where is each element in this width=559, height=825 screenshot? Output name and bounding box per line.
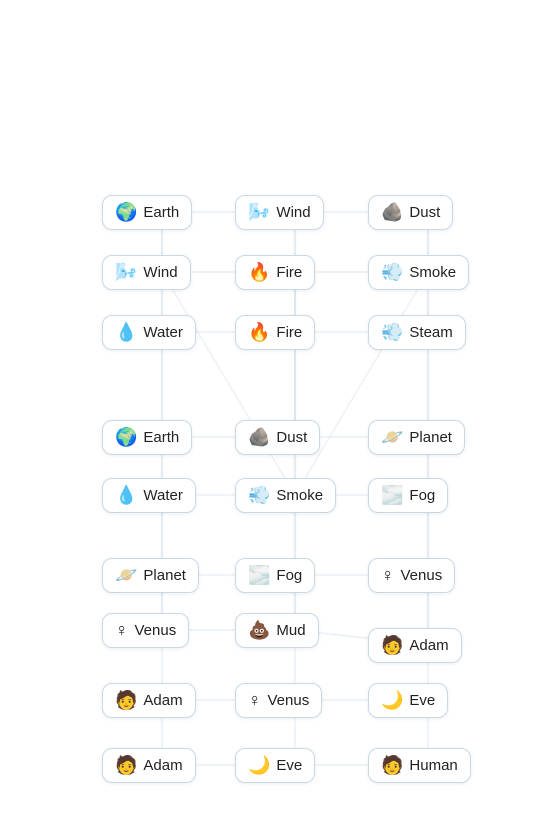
- eve-icon: 🌙: [381, 690, 403, 711]
- node-label: Water: [143, 487, 182, 504]
- node-wind-3[interactable]: 🌬️ Wind: [102, 255, 191, 290]
- venus-icon: ♀: [115, 620, 129, 641]
- steam-icon: 💨: [381, 322, 403, 343]
- node-wind-1[interactable]: 🌬️ Wind: [235, 195, 324, 230]
- fire-icon: 🔥: [248, 322, 270, 343]
- node-label: Earth: [143, 429, 179, 446]
- earth-icon: 🌍: [115, 427, 137, 448]
- node-label: Venus: [268, 692, 310, 709]
- human-icon: 🧑: [381, 755, 403, 776]
- node-label: Adam: [409, 637, 448, 654]
- fog-icon: 🌫️: [248, 565, 270, 586]
- node-planet-15[interactable]: 🪐 Planet: [102, 558, 199, 593]
- node-human-26[interactable]: 🧑 Human: [368, 748, 471, 783]
- node-planet-11[interactable]: 🪐 Planet: [368, 420, 465, 455]
- node-label: Fire: [276, 324, 302, 341]
- node-fire-7[interactable]: 🔥 Fire: [235, 315, 315, 350]
- mud-icon: 💩: [248, 620, 270, 641]
- eve-icon: 🌙: [248, 755, 270, 776]
- node-label: Fog: [409, 487, 435, 504]
- node-label: Steam: [409, 324, 452, 341]
- dust-icon: 🪨: [248, 427, 270, 448]
- node-adam-20[interactable]: 🧑 Adam: [368, 628, 462, 663]
- node-venus-18[interactable]: ♀ Venus: [102, 613, 189, 648]
- venus-icon: ♀: [381, 565, 395, 586]
- node-dust-10[interactable]: 🪨 Dust: [235, 420, 320, 455]
- smoke-icon: 💨: [248, 485, 270, 506]
- node-eve-25[interactable]: 🌙 Eve: [235, 748, 315, 783]
- node-label: Earth: [143, 204, 179, 221]
- node-label: Smoke: [409, 264, 456, 281]
- node-fire-4[interactable]: 🔥 Fire: [235, 255, 315, 290]
- node-label: Venus: [135, 622, 177, 639]
- node-fog-16[interactable]: 🌫️ Fog: [235, 558, 315, 593]
- node-label: Venus: [401, 567, 443, 584]
- node-label: Wind: [143, 264, 177, 281]
- venus-icon: ♀: [248, 690, 262, 711]
- wind-icon: 🌬️: [248, 202, 270, 223]
- node-smoke-5[interactable]: 💨 Smoke: [368, 255, 469, 290]
- node-steam-8[interactable]: 💨 Steam: [368, 315, 466, 350]
- node-label: Planet: [409, 429, 452, 446]
- water-icon: 💧: [115, 322, 137, 343]
- node-adam-24[interactable]: 🧑 Adam: [102, 748, 196, 783]
- node-label: Dust: [409, 204, 440, 221]
- node-smoke-13[interactable]: 💨 Smoke: [235, 478, 336, 513]
- dust-icon: 🪨: [381, 202, 403, 223]
- node-label: Adam: [143, 692, 182, 709]
- fog-icon: 🌫️: [381, 485, 403, 506]
- node-label: Mud: [276, 622, 305, 639]
- node-fog-14[interactable]: 🌫️ Fog: [368, 478, 448, 513]
- node-adam-21[interactable]: 🧑 Adam: [102, 683, 196, 718]
- node-venus-22[interactable]: ♀ Venus: [235, 683, 322, 718]
- wind-icon: 🌬️: [115, 262, 137, 283]
- node-label: Fire: [276, 264, 302, 281]
- water-icon: 💧: [115, 485, 137, 506]
- node-label: Planet: [143, 567, 186, 584]
- node-mud-19[interactable]: 💩 Mud: [235, 613, 319, 648]
- node-venus-17[interactable]: ♀ Venus: [368, 558, 455, 593]
- node-label: Smoke: [276, 487, 323, 504]
- node-water-12[interactable]: 💧 Water: [102, 478, 196, 513]
- planet-icon: 🪐: [381, 427, 403, 448]
- node-label: Eve: [276, 757, 302, 774]
- planet-icon: 🪐: [115, 565, 137, 586]
- node-label: Dust: [276, 429, 307, 446]
- node-label: Human: [409, 757, 457, 774]
- node-label: Water: [143, 324, 182, 341]
- fire-icon: 🔥: [248, 262, 270, 283]
- earth-icon: 🌍: [115, 202, 137, 223]
- node-eve-23[interactable]: 🌙 Eve: [368, 683, 448, 718]
- node-earth-0[interactable]: 🌍 Earth: [102, 195, 192, 230]
- node-dust-2[interactable]: 🪨 Dust: [368, 195, 453, 230]
- node-earth-9[interactable]: 🌍 Earth: [102, 420, 192, 455]
- adam-icon: 🧑: [381, 635, 403, 656]
- node-label: Fog: [276, 567, 302, 584]
- node-label: Eve: [409, 692, 435, 709]
- adam-icon: 🧑: [115, 755, 137, 776]
- node-label: Wind: [276, 204, 310, 221]
- node-water-6[interactable]: 💧 Water: [102, 315, 196, 350]
- adam-icon: 🧑: [115, 690, 137, 711]
- node-label: Adam: [143, 757, 182, 774]
- smoke-icon: 💨: [381, 262, 403, 283]
